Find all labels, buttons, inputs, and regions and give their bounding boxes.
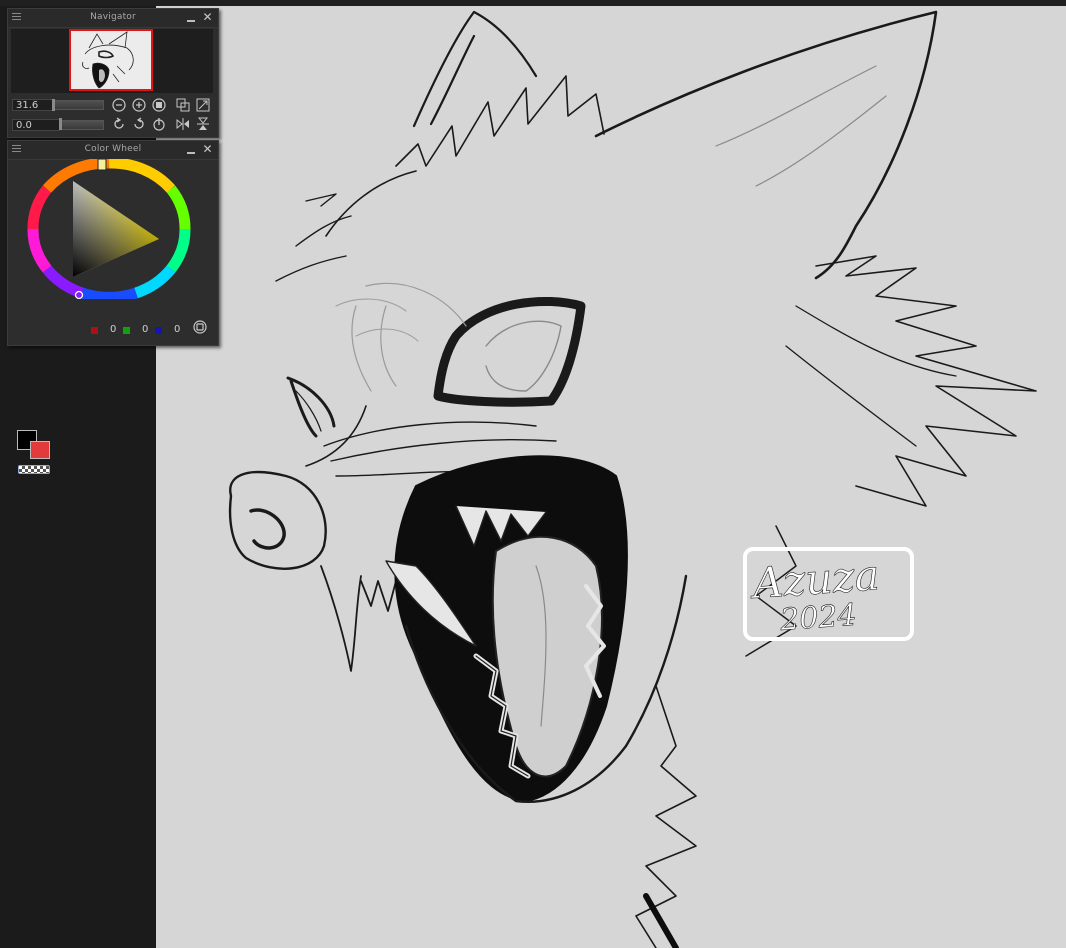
signature-name: Azuza [747, 550, 881, 608]
mane-fur-right [815, 255, 1037, 507]
flip-horizontal-icon[interactable] [176, 117, 190, 131]
color-wheel-panel: Color Wheel ✕ 0 0 0 [7, 140, 219, 474]
zoom-out-icon[interactable] [112, 98, 126, 112]
blue-channel-icon [155, 327, 162, 334]
right-ear [594, 10, 938, 280]
zoom-field[interactable]: 31.6 [12, 99, 54, 111]
minimize-icon[interactable] [186, 146, 196, 155]
background-color-swatch[interactable] [30, 441, 50, 459]
zoom-slider-handle[interactable] [52, 99, 55, 111]
rotate-right-icon[interactable] [132, 117, 146, 131]
left-eye [286, 376, 336, 438]
reset-rotation-icon[interactable] [152, 117, 166, 131]
hue-ring[interactable] [26, 159, 196, 299]
actual-size-icon[interactable] [152, 98, 166, 112]
green-value[interactable]: 0 [142, 324, 148, 335]
color-wheel-header[interactable]: Color Wheel ✕ [8, 141, 218, 160]
fit-icon[interactable] [176, 98, 190, 112]
signature-year: 2024 [778, 598, 858, 638]
minimize-icon[interactable] [186, 14, 196, 23]
red-value[interactable]: 0 [110, 324, 116, 335]
close-icon[interactable]: ✕ [202, 11, 213, 23]
fit-window-icon[interactable] [196, 98, 210, 112]
close-icon[interactable]: ✕ [202, 143, 213, 155]
navigator-panel: Navigator ✕ 31.6 0.0 [7, 8, 219, 138]
green-channel-icon [123, 327, 130, 334]
left-ear [412, 10, 538, 128]
zoom-in-icon[interactable] [132, 98, 146, 112]
rotation-field[interactable]: 0.0 [12, 119, 60, 131]
zoom-slider[interactable] [54, 100, 104, 110]
navigator-header[interactable]: Navigator ✕ [8, 9, 218, 28]
blue-value[interactable]: 0 [174, 324, 180, 335]
neck-fur [635, 685, 697, 948]
head-fur-top [325, 75, 605, 237]
wolf-lineart-illustration: Azuza 2024 [228, 10, 1037, 948]
rotation-slider-handle[interactable] [59, 118, 62, 130]
hue-ring-handle [97, 159, 107, 171]
red-channel-icon [91, 327, 98, 334]
transparent-color-swatch[interactable] [18, 465, 50, 474]
rotation-slider[interactable] [60, 120, 104, 130]
rotate-left-icon[interactable] [112, 117, 126, 131]
drawing-canvas[interactable]: Azuza 2024 [156, 6, 1066, 948]
flip-vertical-icon[interactable] [196, 117, 210, 131]
upper-fang [320, 565, 407, 672]
color-mode-icon[interactable] [193, 320, 207, 334]
navigator-view-frame[interactable] [69, 29, 153, 91]
